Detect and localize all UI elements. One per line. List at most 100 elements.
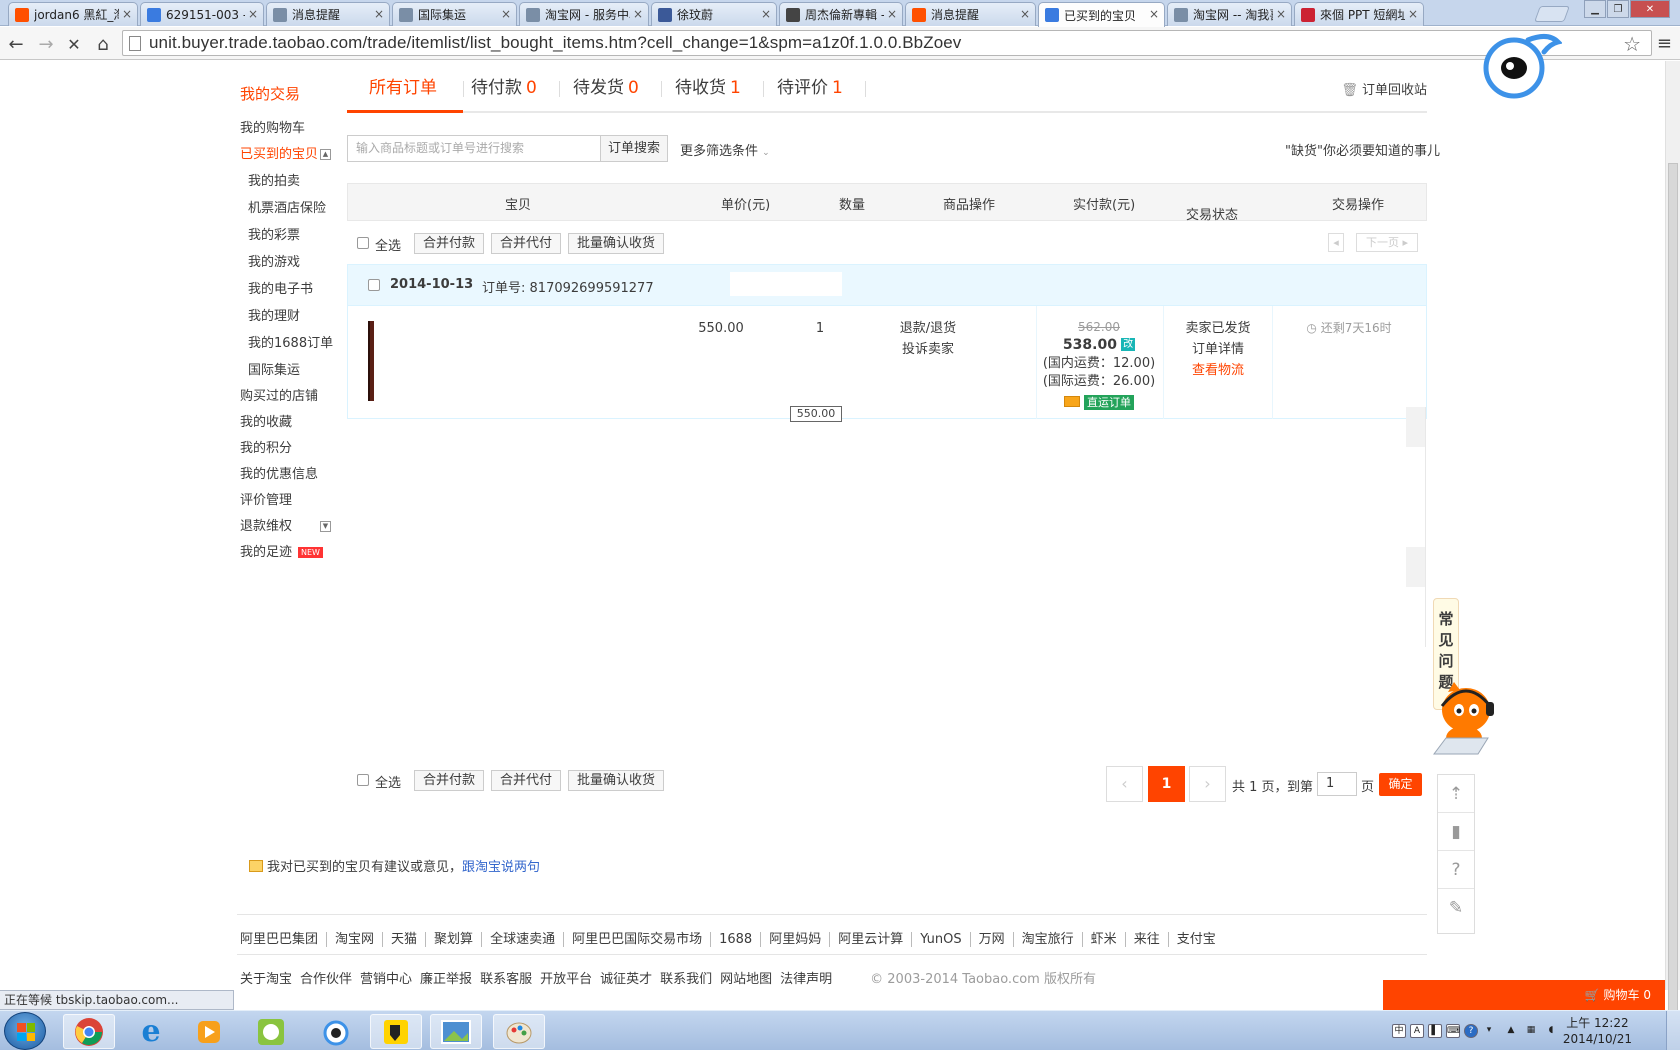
back-to-top-icon[interactable]: ⇡ [1438, 775, 1474, 813]
browser-tab[interactable]: 已买到的宝贝 × [1038, 2, 1165, 27]
goto-page-button[interactable]: 确定 [1379, 773, 1422, 796]
browser-tab[interactable]: 徐玟蔚 × [651, 2, 777, 26]
order-checkbox[interactable] [368, 279, 380, 291]
product-thumbnail[interactable] [368, 321, 374, 401]
sidebar-item[interactable]: 购买过的店铺 [240, 384, 340, 410]
recycle-bin-link[interactable]: 🗑 订单回收站 [1341, 79, 1427, 98]
bookmark-star-icon[interactable]: ☆ [1623, 32, 1641, 56]
browser-tab[interactable]: 來個 PPT 短網址 × [1294, 2, 1424, 26]
footer-link[interactable]: 法律声明 [780, 972, 832, 987]
order-tab[interactable]: 所有订单 [347, 73, 464, 113]
order-tab[interactable]: 待评价 1 [755, 73, 866, 113]
browser-tab[interactable]: 629151-003 - Go...× [140, 2, 264, 26]
volume-icon[interactable]: ◖ [1544, 1024, 1558, 1038]
close-tab-icon[interactable]: × [887, 7, 897, 21]
network-icon[interactable]: ▦ [1524, 1024, 1538, 1038]
footer-link[interactable]: 营销中心 [360, 972, 412, 987]
footer-link[interactable]: 虾米 [1081, 932, 1125, 947]
footer-link[interactable]: 合作伙伴 [300, 972, 352, 987]
footer-link[interactable]: 联系我们 [660, 972, 712, 987]
footer-link[interactable]: 支付宝 [1167, 932, 1224, 947]
ie-taskbar-icon[interactable]: e [125, 1014, 177, 1049]
close-tab-icon[interactable]: × [374, 7, 384, 21]
keyboard-icon[interactable]: ⌨ [1446, 1024, 1460, 1038]
taobao-mascot-icon[interactable] [1428, 680, 1500, 758]
url-text[interactable]: unit.buyer.trade.taobao.com/trade/itemli… [149, 33, 961, 53]
browser-tab[interactable]: 消息提醒 × [266, 2, 390, 26]
page-number-input[interactable]: 1 [1317, 772, 1357, 796]
footer-link[interactable]: 1688 [710, 932, 761, 947]
sidebar-item[interactable]: 退款维权 ▼ [240, 514, 340, 540]
footer-link[interactable]: 阿里云计算 [829, 932, 912, 947]
footer-link[interactable]: 天猫 [382, 932, 426, 947]
page-1-button[interactable]: 1 [1148, 766, 1185, 802]
browser-tab[interactable]: jordan6 黑紅_淘...× [8, 2, 138, 26]
footer-link[interactable]: 聚划算 [425, 932, 482, 947]
footer-link[interactable]: 阿里巴巴国际交易市场 [563, 932, 711, 947]
order-search-input[interactable]: 输入商品标题或订单号进行搜索 [347, 135, 601, 162]
footer-link[interactable]: 来往 [1124, 932, 1168, 947]
close-tab-icon[interactable]: × [1408, 7, 1418, 21]
sidebar-item[interactable]: 我的游戏 [240, 249, 340, 276]
sidebar-item[interactable]: 我的彩票 [240, 222, 340, 249]
browser-tab[interactable]: 周杰倫新專輯 - Y...× [779, 2, 903, 26]
close-tab-icon[interactable]: × [633, 7, 643, 21]
batch-confirm-button[interactable]: 批量确认收货 [568, 233, 665, 254]
refund-link[interactable]: 退款/退货 [883, 318, 973, 339]
menu-icon[interactable]: ≡ [1657, 33, 1672, 54]
close-tab-icon[interactable]: × [1020, 7, 1030, 21]
footer-link[interactable]: 廉正举报 [420, 972, 472, 987]
order-tab[interactable]: 待付款 0 [449, 73, 560, 113]
new-tab-button[interactable] [1534, 6, 1570, 22]
footer-link[interactable]: 淘宝旅行 [1012, 932, 1082, 947]
ime-options-icon[interactable]: ▾ [1482, 1024, 1496, 1038]
shortage-notice-link[interactable]: "缺货"你必须要知道的事儿 [1285, 140, 1440, 159]
ime-width-icon[interactable]: ▌ [1428, 1024, 1442, 1038]
prev-page-small-button[interactable]: ◂ [1328, 233, 1344, 252]
close-tab-icon[interactable]: × [1276, 7, 1286, 21]
stop-icon[interactable]: ✕ [62, 32, 86, 56]
select-all-checkbox[interactable] [357, 237, 369, 249]
cart-bar[interactable]: 🛒 购物车 0 [1383, 980, 1665, 1011]
order-search-button[interactable]: 订单搜索 [600, 135, 668, 162]
merge-pay-button[interactable]: 合并付款 [414, 233, 485, 254]
vertical-scrollbar[interactable] [1665, 61, 1680, 1013]
wechat-taskbar-icon[interactable] [245, 1014, 297, 1049]
home-icon[interactable]: ⌂ [91, 32, 115, 56]
bookmark-icon[interactable]: ▮ [1438, 813, 1474, 851]
next-page-small-button[interactable]: 下一页 ▸ [1356, 233, 1418, 252]
batch-confirm-button-bottom[interactable]: 批量确认收货 [568, 770, 665, 791]
select-all-checkbox-bottom[interactable] [357, 774, 369, 786]
browser-tab[interactable]: 消息提醒 × [905, 2, 1036, 26]
sidebar-item[interactable]: 我的积分 [240, 436, 340, 462]
close-tab-icon[interactable]: × [122, 7, 132, 21]
footer-link[interactable]: 万网 [969, 932, 1013, 947]
sidebar-item[interactable]: 我的收藏 [240, 410, 340, 436]
sidebar-item[interactable]: 我的拍卖 [240, 168, 340, 195]
minimize-button[interactable]: ▁ [1584, 0, 1606, 18]
sidebar-item[interactable]: 我的1688订单 [240, 330, 340, 357]
app-taskbar-icon[interactable] [370, 1014, 422, 1049]
sidebar-item[interactable]: 我的理财 [240, 303, 340, 330]
chrome-taskbar-icon[interactable] [63, 1014, 115, 1049]
sidebar-item[interactable]: 已买到的宝贝 ▲ [240, 142, 340, 168]
ime-mode-icon[interactable]: A [1410, 1024, 1424, 1038]
footer-link[interactable]: 网站地图 [720, 972, 772, 987]
paint-taskbar-icon[interactable] [493, 1014, 545, 1049]
sidebar-item[interactable]: 国际集运 [240, 357, 340, 384]
sidebar-item[interactable]: 我的足迹 NEW [240, 540, 340, 566]
view-logistics-link[interactable]: 查看物流 [1163, 360, 1273, 381]
start-button[interactable] [4, 1012, 46, 1050]
help-icon[interactable]: ? [1438, 851, 1474, 889]
merge-pay-button-bottom[interactable]: 合并付款 [414, 770, 485, 791]
show-hidden-icons-icon[interactable]: ▲ [1504, 1024, 1518, 1038]
next-page-button[interactable]: › [1189, 766, 1226, 802]
weibo-taskbar-icon[interactable] [310, 1014, 362, 1049]
order-details-link[interactable]: 订单详情 [1163, 339, 1273, 360]
footer-link[interactable]: 联系客服 [480, 972, 532, 987]
footer-link[interactable]: 关于淘宝 [240, 972, 292, 987]
sidebar-item[interactable]: 评价管理 [240, 488, 340, 514]
show-desktop-button[interactable] [1666, 1011, 1680, 1050]
order-tab[interactable]: 待发货 0 [551, 73, 662, 113]
footer-link[interactable]: 开放平台 [540, 972, 592, 987]
